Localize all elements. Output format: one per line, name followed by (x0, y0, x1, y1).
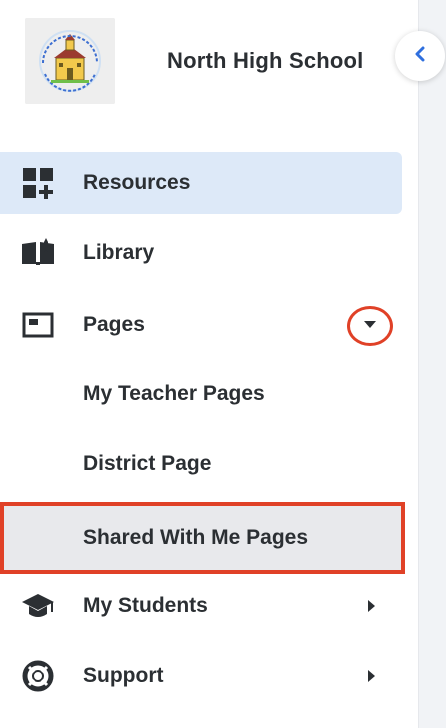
sidebar-subitem-district-page[interactable]: District Page (0, 433, 402, 495)
sidebar-subitem-label: District Page (83, 452, 212, 475)
grid-plus-icon (20, 165, 56, 201)
chevron-right-icon[interactable] (365, 599, 379, 613)
chevron-left-icon (415, 46, 425, 67)
sidebar: North High School Resources Library Page… (0, 0, 418, 728)
collapse-sidebar-button[interactable] (395, 31, 445, 81)
school-building-logo-icon (25, 18, 115, 104)
open-book-icon (20, 235, 56, 271)
dropdown-highlight-circle (347, 306, 393, 346)
sidebar-subitem-my-teacher-pages[interactable]: My Teacher Pages (0, 363, 402, 425)
sidebar-subitem-label: My Teacher Pages (83, 382, 265, 405)
school-name: North High School (167, 48, 364, 73)
sidebar-subitem-label: Shared With Me Pages (83, 526, 309, 549)
sidebar-item-label: Library (83, 241, 155, 264)
graduation-cap-icon (20, 588, 56, 624)
chevron-right-icon[interactable] (365, 669, 379, 683)
sidebar-item-label: My Students (83, 594, 208, 617)
sidebar-item-support[interactable]: Support (0, 645, 402, 707)
sidebar-subitem-shared-with-me-pages[interactable]: Shared With Me Pages (0, 506, 401, 570)
sidebar-item-resources[interactable]: Resources (0, 152, 402, 214)
sidebar-item-label: Resources (83, 171, 191, 194)
sidebar-item-my-students[interactable]: My Students (0, 575, 402, 637)
sidebar-item-label: Support (83, 664, 164, 687)
sidebar-item-label: Pages (83, 313, 145, 336)
school-logo (25, 18, 115, 104)
sidebar-item-pages[interactable]: Pages (0, 294, 402, 356)
lifebuoy-icon (20, 658, 56, 694)
page-window-icon (20, 307, 56, 343)
content-gutter (418, 0, 446, 728)
sidebar-item-library[interactable]: Library (0, 222, 402, 284)
